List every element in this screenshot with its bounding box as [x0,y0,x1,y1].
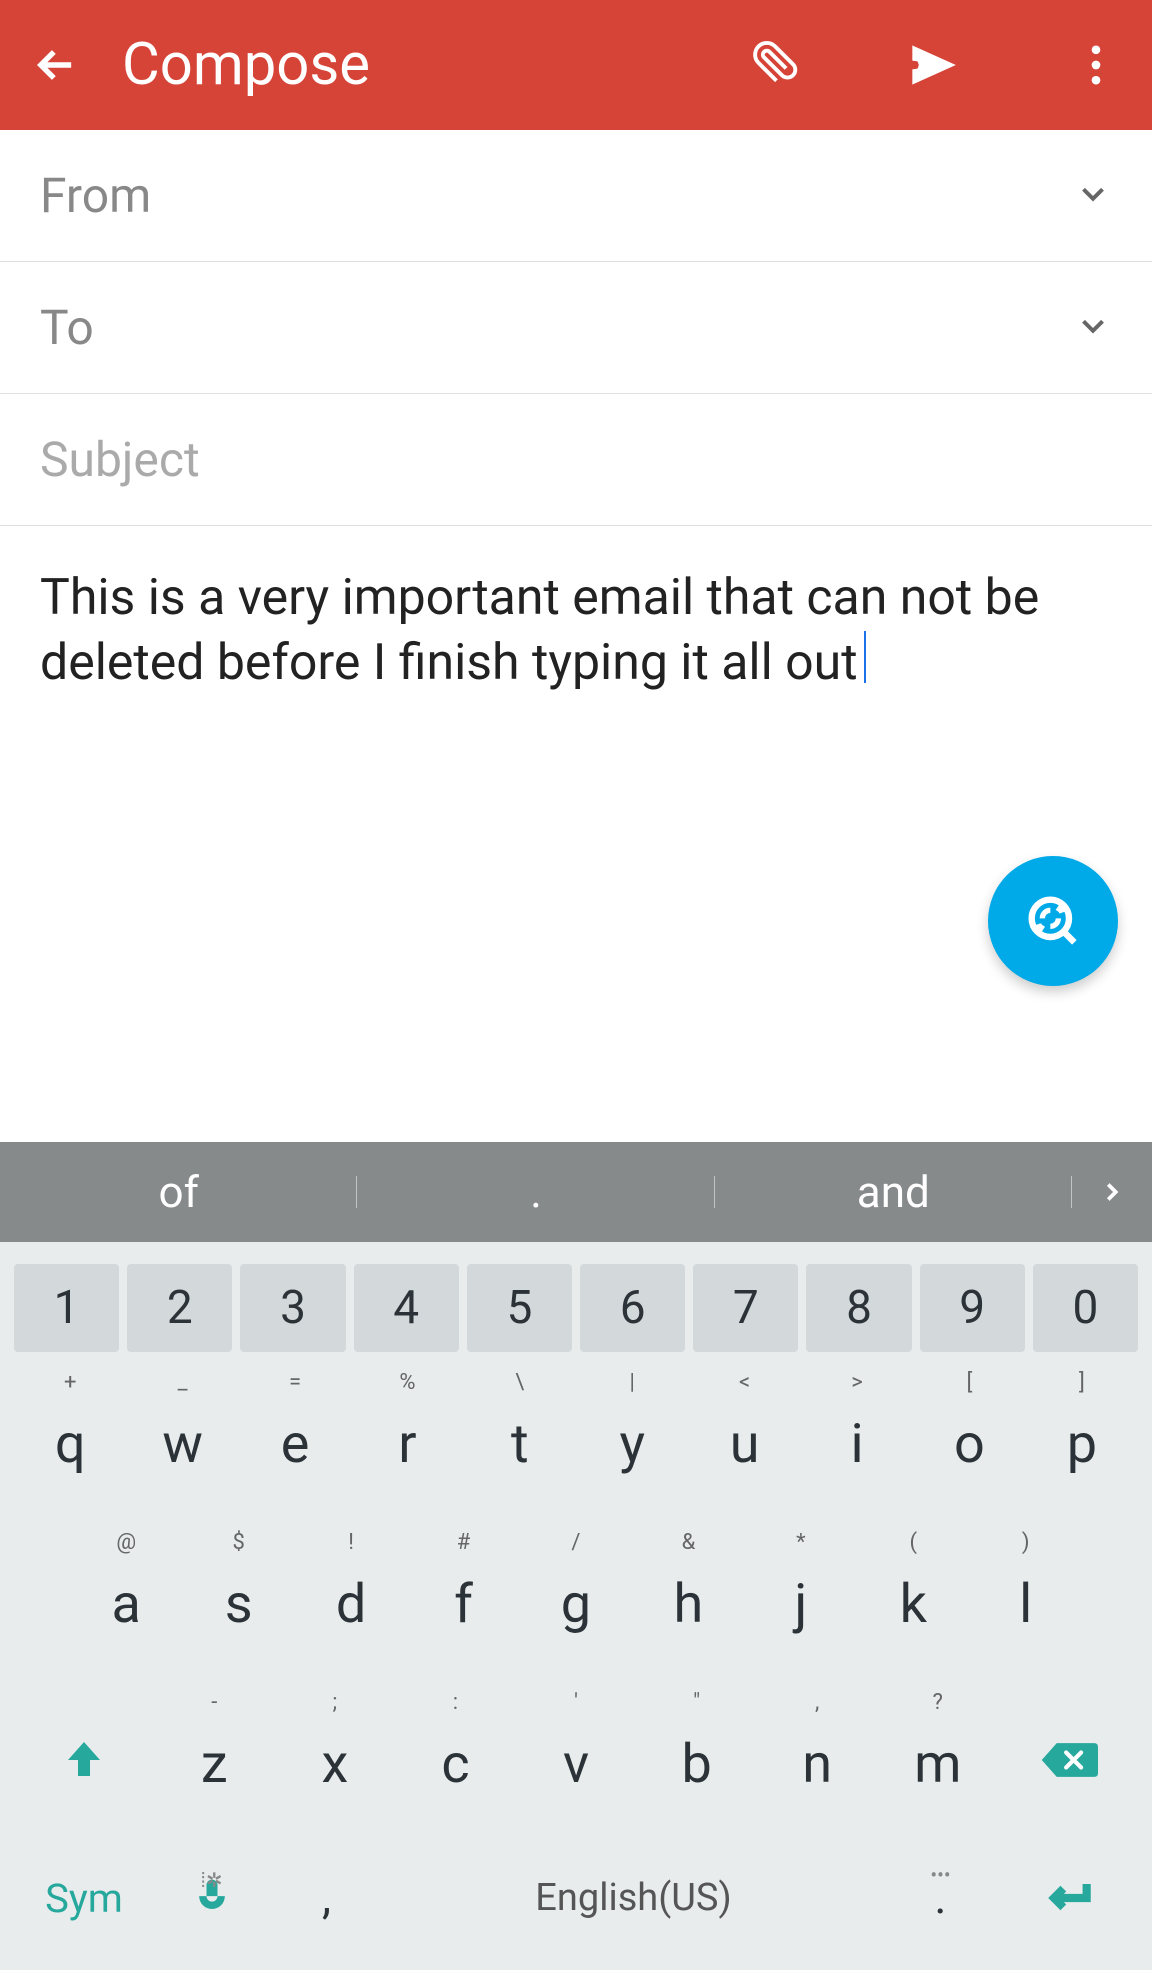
num-key-1[interactable]: 1 [14,1264,119,1352]
key-e[interactable]: =e [239,1370,351,1510]
more-menu-button[interactable] [1070,39,1122,91]
page-title: Compose [122,31,706,99]
num-key-9[interactable]: 9 [920,1264,1025,1352]
num-key-0[interactable]: 0 [1033,1264,1138,1352]
num-key-6[interactable]: 6 [580,1264,685,1352]
key-k[interactable]: (k [857,1530,969,1670]
period-key[interactable]: ••• . [883,1871,998,1925]
letter-row-1: +q_w=e%r\t|y<u>i[o]p [0,1360,1152,1520]
from-field[interactable]: From [0,130,1152,262]
attach-button[interactable] [746,39,798,91]
key-l[interactable]: )l [970,1530,1082,1670]
letter-row-3: -z;x:c'v"b,n?m [0,1680,1152,1840]
key-g[interactable]: /g [520,1530,632,1670]
mic-settings-icon: ⁞✲ [200,1868,222,1893]
suggestion-2[interactable]: . [357,1166,714,1218]
to-label: To [40,299,1074,356]
num-key-3[interactable]: 3 [240,1264,345,1352]
key-x[interactable]: ;x [275,1690,396,1830]
key-z[interactable]: -z [154,1690,275,1830]
key-r[interactable]: %r [351,1370,463,1510]
from-label: From [40,167,1074,224]
send-button[interactable] [908,39,960,91]
num-key-7[interactable]: 7 [693,1264,798,1352]
chevron-down-icon [1074,175,1112,217]
to-field[interactable]: To [0,262,1152,394]
num-key-5[interactable]: 5 [467,1264,572,1352]
suggestion-bar: of . and [0,1142,1152,1242]
key-p[interactable]: ]p [1026,1370,1138,1510]
subject-field[interactable]: Subject [0,394,1152,526]
back-button[interactable] [30,39,82,91]
key-m[interactable]: ?m [877,1690,998,1830]
search-refresh-fab[interactable] [988,856,1118,986]
key-w[interactable]: _w [126,1370,238,1510]
num-key-8[interactable]: 8 [806,1264,911,1352]
key-u[interactable]: <u [688,1370,800,1510]
text-cursor [864,631,866,683]
num-key-2[interactable]: 2 [127,1264,232,1352]
suggestion-1[interactable]: of [0,1166,357,1218]
num-key-4[interactable]: 4 [354,1264,459,1352]
comma-key[interactable]: , [269,1871,384,1925]
key-q[interactable]: +q [14,1370,126,1510]
key-i[interactable]: >i [801,1370,913,1510]
shift-key[interactable] [14,1690,154,1830]
key-o[interactable]: [o [913,1370,1025,1510]
key-t[interactable]: \t [464,1370,576,1510]
suggestion-3[interactable]: and [715,1166,1072,1218]
app-header: Compose [0,0,1152,130]
mic-key[interactable]: ⁞✲ [154,1876,269,1920]
bottom-row: Sym ⁞✲ , English(US) ••• . [0,1840,1152,1970]
key-b[interactable]: "b [636,1690,757,1830]
key-n[interactable]: ,n [757,1690,878,1830]
backspace-key[interactable] [998,1690,1138,1830]
key-f[interactable]: #f [407,1530,519,1670]
letter-row-2: @a$s!d#f/g&h*j(k)l [0,1520,1152,1680]
email-body-field[interactable]: This is a very important email that can … [0,526,1152,736]
key-c[interactable]: :c [395,1690,516,1830]
key-a[interactable]: @a [70,1530,182,1670]
keyboard: of . and 1234567890 +q_w=e%r\t|y<u>i[o]p… [0,1142,1152,1970]
subject-placeholder: Subject [40,431,1112,488]
enter-key[interactable] [998,1870,1138,1926]
suggestion-expand[interactable] [1072,1166,1152,1218]
key-v[interactable]: 'v [516,1690,637,1830]
chevron-down-icon [1074,307,1112,349]
key-j[interactable]: *j [745,1530,857,1670]
key-h[interactable]: &h [632,1530,744,1670]
key-d[interactable]: !d [295,1530,407,1670]
key-y[interactable]: |y [576,1370,688,1510]
body-text: This is a very important email that can … [40,569,1039,692]
key-s[interactable]: $s [182,1530,294,1670]
number-row: 1234567890 [0,1242,1152,1360]
space-key[interactable]: English(US) [384,1876,883,1920]
sym-key[interactable]: Sym [14,1875,154,1922]
